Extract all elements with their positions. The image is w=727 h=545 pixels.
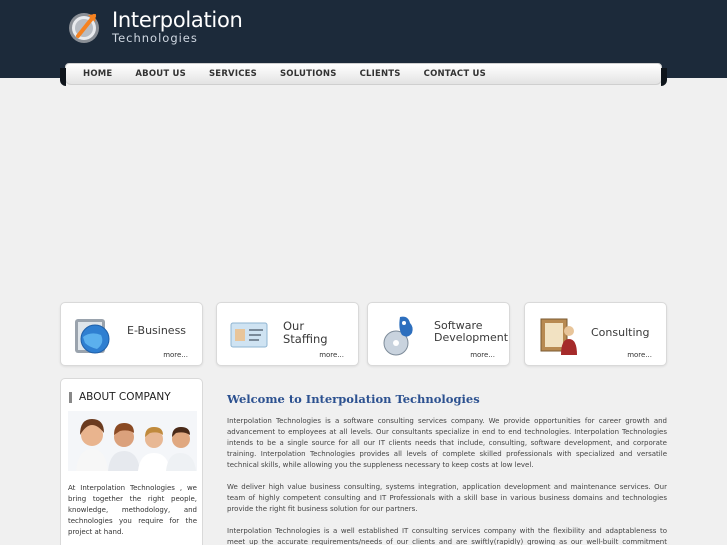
intro-paragraph-3: Interpolation Technologies is a well est… <box>227 527 667 545</box>
intro-paragraph-1: Interpolation Technologies is a software… <box>227 417 667 469</box>
service-title: E-Business <box>127 324 187 337</box>
about-company-panel: ABOUT COMPANY At Interpolation Technolog… <box>60 378 203 545</box>
nav-clients[interactable]: CLIENTS <box>360 69 401 79</box>
logo-name: Interpolation <box>112 8 243 32</box>
team-photo <box>68 411 197 471</box>
nav-services[interactable]: SERVICES <box>209 69 257 79</box>
intro-paragraph-2: We deliver high value business consultin… <box>227 483 667 513</box>
more-link[interactable]: more... <box>319 351 344 359</box>
more-link[interactable]: more... <box>470 351 495 359</box>
service-boxes: E-Business more... Our Staffing more... … <box>60 302 667 366</box>
main-nav: HOME ABOUT US SERVICES SOLUTIONS CLIENTS… <box>60 63 667 86</box>
nav-home[interactable]: HOME <box>83 69 112 79</box>
logo[interactable]: Interpolation Technologies <box>68 10 243 45</box>
header: Interpolation Technologies HOME ABOUT US… <box>0 0 727 86</box>
more-link[interactable]: more... <box>163 351 188 359</box>
logo-icon <box>68 10 102 44</box>
welcome-heading: Welcome to Interpolation Technologies <box>227 392 480 406</box>
globe-icon <box>71 313 115 357</box>
service-box-staffing[interactable]: Our Staffing more... <box>216 302 359 366</box>
nav-contact-us[interactable]: CONTACT US <box>424 69 486 79</box>
software-cd-icon <box>378 313 422 357</box>
service-box-consulting[interactable]: Consulting more... <box>524 302 667 366</box>
about-title: ABOUT COMPANY <box>69 392 171 403</box>
logo-subtitle: Technologies <box>112 31 198 45</box>
service-title: Software Development <box>434 319 509 345</box>
service-title: Consulting <box>591 326 650 339</box>
service-box-ebusiness[interactable]: E-Business more... <box>60 302 203 366</box>
service-box-software[interactable]: Software Development more... <box>367 302 510 366</box>
more-link[interactable]: more... <box>627 351 652 359</box>
nav-solutions[interactable]: SOLUTIONS <box>280 69 337 79</box>
consultant-icon <box>535 313 579 357</box>
id-card-icon <box>227 313 271 357</box>
nav-about-us[interactable]: ABOUT US <box>135 69 186 79</box>
about-text: At Interpolation Technologies , we bring… <box>68 484 197 536</box>
service-title: Our Staffing <box>283 319 328 346</box>
